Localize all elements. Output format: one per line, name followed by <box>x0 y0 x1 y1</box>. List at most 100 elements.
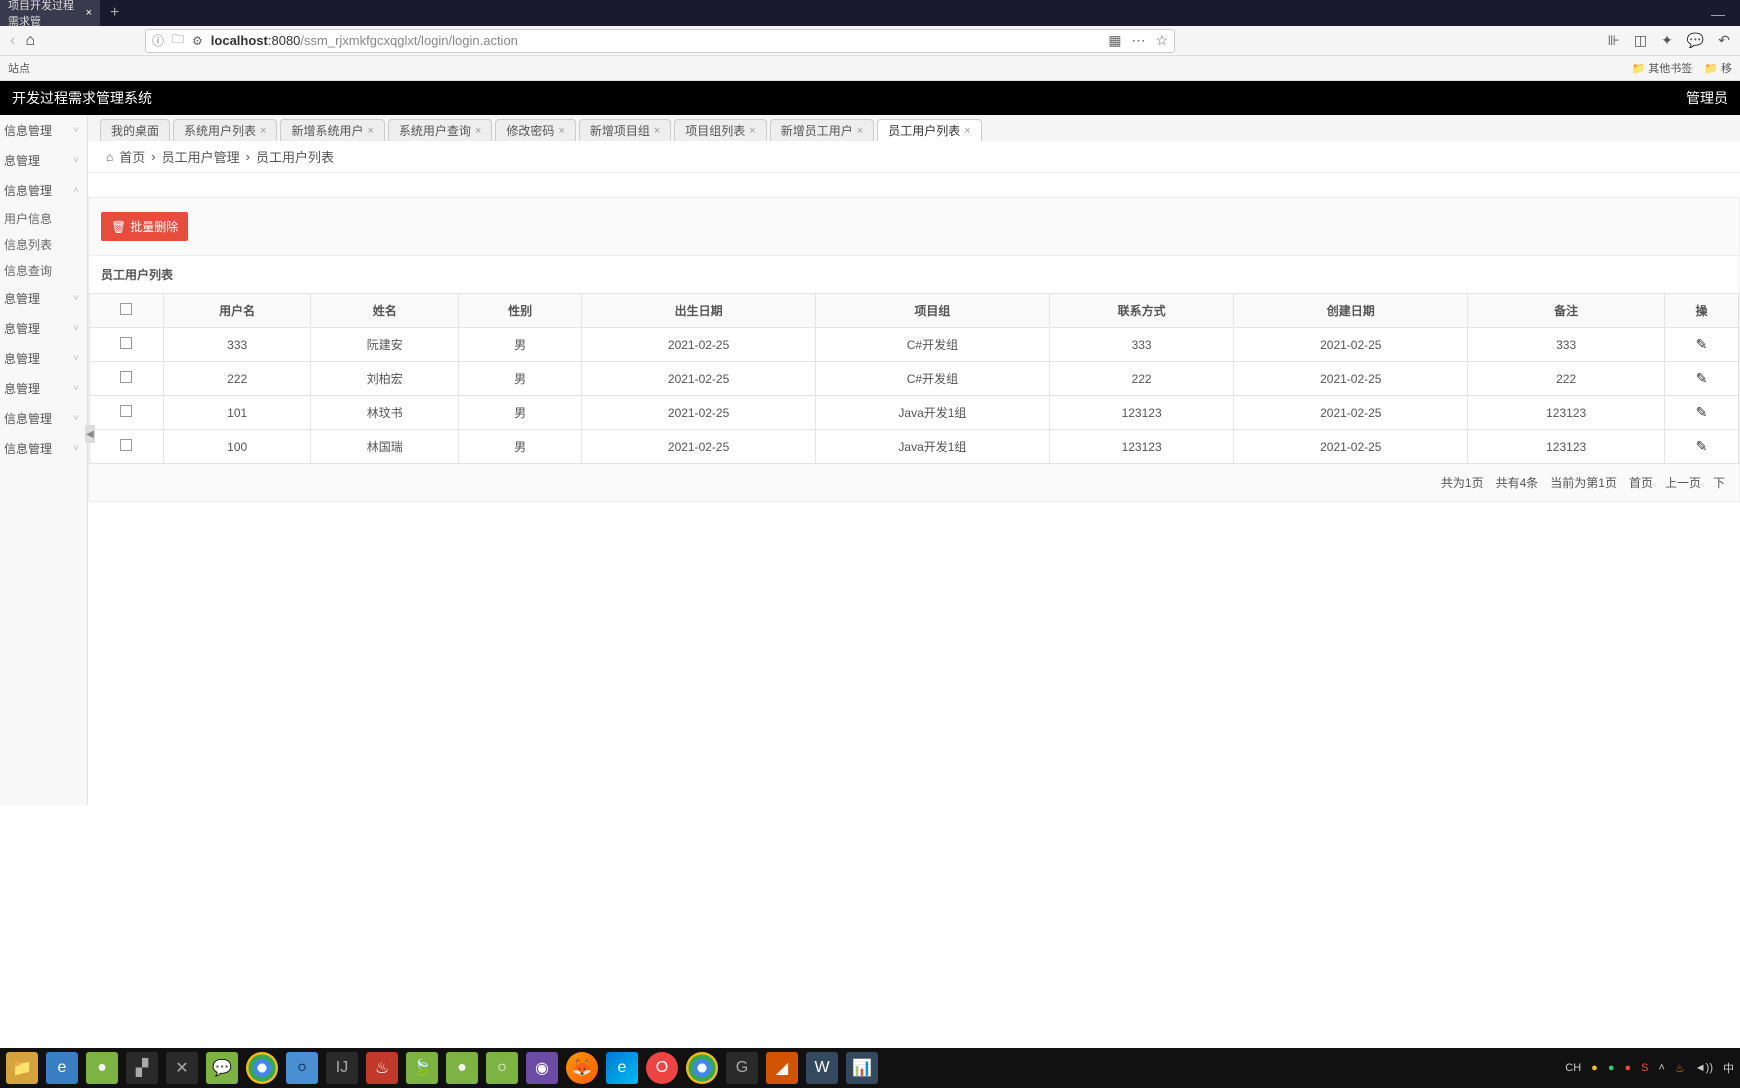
intellij-icon[interactable]: IJ <box>326 1052 358 1084</box>
chevron-down-icon: ˅ <box>73 155 79 166</box>
content-tab[interactable]: 修改密码× <box>495 119 575 141</box>
word-icon[interactable]: W <box>806 1052 838 1084</box>
pager-first[interactable]: 首页 <box>1629 474 1653 491</box>
edge-icon[interactable]: e <box>606 1052 638 1084</box>
tray-icon[interactable]: ● <box>1608 1062 1615 1074</box>
close-icon[interactable]: × <box>654 125 660 137</box>
sidebar-sub-item[interactable]: 信息查询 <box>0 257 87 283</box>
close-icon[interactable]: × <box>475 125 481 137</box>
sidebar-sub-item[interactable]: 用户信息 <box>0 205 87 231</box>
checkbox[interactable] <box>120 439 132 451</box>
collapse-handle[interactable]: ◀ <box>85 425 95 443</box>
sidebar-icon[interactable]: ◫ <box>1634 32 1647 49</box>
close-icon[interactable]: × <box>86 7 92 19</box>
tray-icon[interactable]: ● <box>1591 1062 1598 1074</box>
new-tab-button[interactable]: + <box>100 4 129 22</box>
address-bar[interactable]: ⓘ 🗀 ⚙ localhost:8080/ssm_rjxmkfgcxqglxt/… <box>145 29 1175 53</box>
firefox-icon[interactable]: 🦊 <box>566 1052 598 1084</box>
sidebar-item[interactable]: 信息管理˅ <box>0 115 87 145</box>
sidebar-item[interactable]: 信息管理˅ <box>0 433 87 463</box>
app-icon[interactable]: ♨ <box>366 1052 398 1084</box>
move-bookmarks[interactable]: 📁 移 <box>1704 60 1732 76</box>
sidebar-item[interactable]: 息管理˅ <box>0 343 87 373</box>
other-bookmarks[interactable]: 📁 其他书签 <box>1631 60 1692 76</box>
content-tab[interactable]: 我的桌面 <box>100 119 170 141</box>
sidebar-item[interactable]: 信息管理˅ <box>0 403 87 433</box>
close-icon[interactable]: × <box>260 125 266 137</box>
wechat-icon[interactable]: 💬 <box>206 1052 238 1084</box>
content-tab[interactable]: 新增员工用户× <box>770 119 874 141</box>
tray-icon[interactable]: ♨ <box>1675 1062 1685 1075</box>
close-icon[interactable]: × <box>964 125 970 137</box>
edit-icon[interactable]: ✎ <box>1696 438 1708 454</box>
app-icon[interactable]: ○ <box>486 1052 518 1084</box>
sidebar-item[interactable]: 息管理˅ <box>0 373 87 403</box>
app-icon[interactable]: G <box>726 1052 758 1084</box>
close-icon[interactable]: × <box>749 125 755 137</box>
sidebar-item[interactable]: 信息管理˄ <box>0 175 87 205</box>
close-icon[interactable]: × <box>367 125 373 137</box>
edit-icon[interactable]: ✎ <box>1696 370 1708 386</box>
content-tab[interactable]: 员工用户列表 × <box>877 119 981 141</box>
volume-icon[interactable]: ◄)) <box>1695 1062 1713 1074</box>
refresh-icon[interactable]: ↶ <box>1718 32 1730 49</box>
ime-indicator[interactable]: CH <box>1565 1062 1581 1074</box>
menu-icon[interactable]: ⋯ <box>1131 32 1145 49</box>
content-tab[interactable]: 系统用户列表× <box>173 119 277 141</box>
qr-icon[interactable]: ▦ <box>1108 32 1121 49</box>
tray-icon[interactable]: ● <box>1624 1062 1631 1074</box>
content-tab[interactable]: 系统用户查询× <box>388 119 492 141</box>
app-icon[interactable]: 📊 <box>846 1052 878 1084</box>
sidebar-item[interactable]: 息管理˅ <box>0 283 87 313</box>
breadcrumb-home[interactable]: 首页 <box>119 147 145 166</box>
extension-icon[interactable]: ✦ <box>1661 32 1673 49</box>
home-icon[interactable]: ⌂ <box>25 32 35 50</box>
back-icon[interactable]: ‹ <box>10 32 15 50</box>
content-tab[interactable]: 新增系统用户× <box>280 119 384 141</box>
batch-delete-button[interactable]: 🗑 批量删除 <box>101 212 188 241</box>
user-label[interactable]: 管理员 <box>1686 88 1728 108</box>
app-icon[interactable]: ▞ <box>126 1052 158 1084</box>
checkbox-all[interactable] <box>120 303 132 315</box>
pager-prev[interactable]: 上一页 <box>1665 474 1701 491</box>
sidebar-item[interactable]: 息管理˅ <box>0 145 87 175</box>
table-header: 备注 <box>1468 294 1665 328</box>
tray-chevron[interactable]: ˄ <box>1658 1062 1664 1074</box>
app-icon[interactable]: 🍃 <box>406 1052 438 1084</box>
info-icon[interactable]: ⓘ <box>152 32 164 49</box>
chrome-icon[interactable] <box>246 1052 278 1084</box>
tab-label: 员工用户列表 <box>888 122 960 139</box>
opera-icon[interactable]: O <box>646 1052 678 1084</box>
pager-next[interactable]: 下 <box>1713 474 1725 491</box>
sidebar-item[interactable]: 息管理˅ <box>0 313 87 343</box>
checkbox[interactable] <box>120 371 132 383</box>
chromium-icon[interactable]: ○ <box>286 1052 318 1084</box>
sidebar-sub-item[interactable]: 信息列表 <box>0 231 87 257</box>
content-tab[interactable]: 项目组列表× <box>674 119 766 141</box>
close-icon[interactable]: × <box>558 125 564 137</box>
ime-lang[interactable]: 中 <box>1723 1060 1734 1076</box>
breadcrumb-l1[interactable]: 员工用户管理 <box>162 147 240 166</box>
tray-icon[interactable]: S <box>1641 1062 1648 1074</box>
file-explorer-icon[interactable]: 📁 <box>6 1052 38 1084</box>
ie-icon[interactable]: e <box>46 1052 78 1084</box>
home-icon[interactable]: ⌂ <box>106 150 113 164</box>
checkbox[interactable] <box>120 405 132 417</box>
app-icon[interactable]: ● <box>446 1052 478 1084</box>
canary-icon[interactable] <box>686 1052 718 1084</box>
bookmark-item[interactable]: 站点 <box>8 60 30 76</box>
app-icon[interactable]: ◢ <box>766 1052 798 1084</box>
browser-tab[interactable]: 项目开发过程需求管 × <box>0 0 100 26</box>
minimize-icon[interactable]: — <box>1711 6 1725 22</box>
eclipse-icon[interactable]: ◉ <box>526 1052 558 1084</box>
star-icon[interactable]: ☆ <box>1155 32 1168 49</box>
app-icon[interactable]: ● <box>86 1052 118 1084</box>
checkbox[interactable] <box>120 337 132 349</box>
edit-icon[interactable]: ✎ <box>1696 336 1708 352</box>
chat-icon[interactable]: 💬 <box>1687 32 1704 49</box>
app-icon[interactable]: ✕ <box>166 1052 198 1084</box>
edit-icon[interactable]: ✎ <box>1696 404 1708 420</box>
close-icon[interactable]: × <box>857 125 863 137</box>
content-tab[interactable]: 新增项目组× <box>579 119 671 141</box>
library-icon[interactable]: ⊪ <box>1608 32 1620 49</box>
